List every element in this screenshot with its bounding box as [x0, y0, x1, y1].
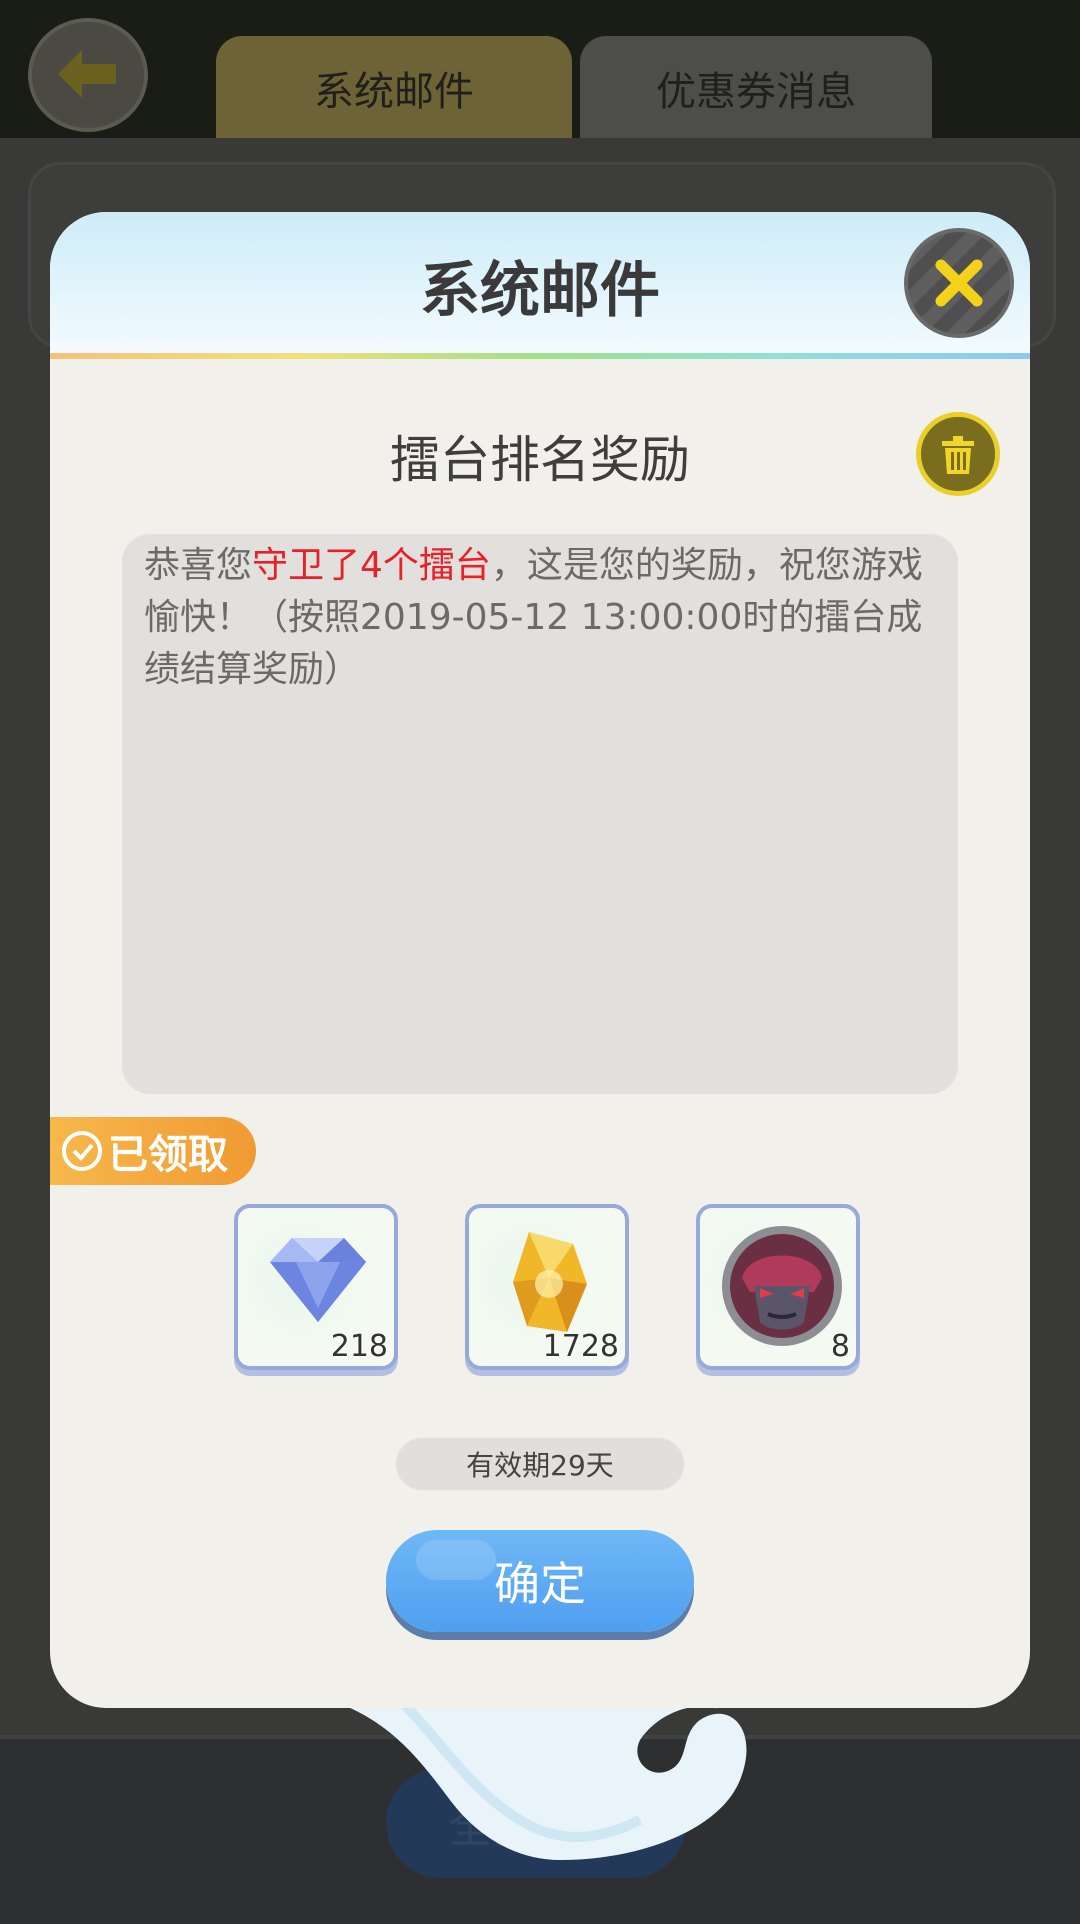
close-icon	[935, 259, 983, 307]
confirm-button[interactable]: 确定	[386, 1530, 694, 1632]
button-decoration	[416, 1540, 496, 1580]
dialog-title: 系统邮件	[420, 256, 660, 326]
validity-label: 有效期29天	[396, 1438, 684, 1490]
close-button[interactable]	[904, 228, 1014, 338]
body-highlight: 守卫了4个擂台	[252, 545, 491, 586]
claimed-badge: 已领取	[50, 1117, 256, 1185]
reward-count: 1728	[542, 1329, 619, 1364]
body-prefix: 恭喜您	[144, 545, 253, 586]
monster-badge-icon	[722, 1226, 842, 1346]
header-divider	[50, 353, 1030, 359]
reward-count: 8	[830, 1329, 850, 1364]
check-circle-icon	[62, 1131, 102, 1171]
reward-item[interactable]: 8	[696, 1204, 860, 1370]
reward-count: 218	[330, 1329, 388, 1364]
reward-item[interactable]: 218	[234, 1204, 398, 1370]
confirm-label: 确定	[494, 1557, 586, 1611]
mail-body-text: 恭喜您守卫了4个擂台，这是您的奖励，祝您游戏愉快！（按照2019-05-12 1…	[144, 540, 944, 696]
delete-button[interactable]	[916, 412, 1000, 496]
reward-item[interactable]: 1728	[465, 1204, 629, 1370]
mail-subject: 擂台排名奖励	[390, 431, 690, 489]
trash-icon	[942, 436, 974, 474]
gold-crystal-icon	[513, 1232, 587, 1332]
diamond-icon	[270, 1238, 366, 1322]
claimed-label: 已领取	[108, 1132, 228, 1178]
